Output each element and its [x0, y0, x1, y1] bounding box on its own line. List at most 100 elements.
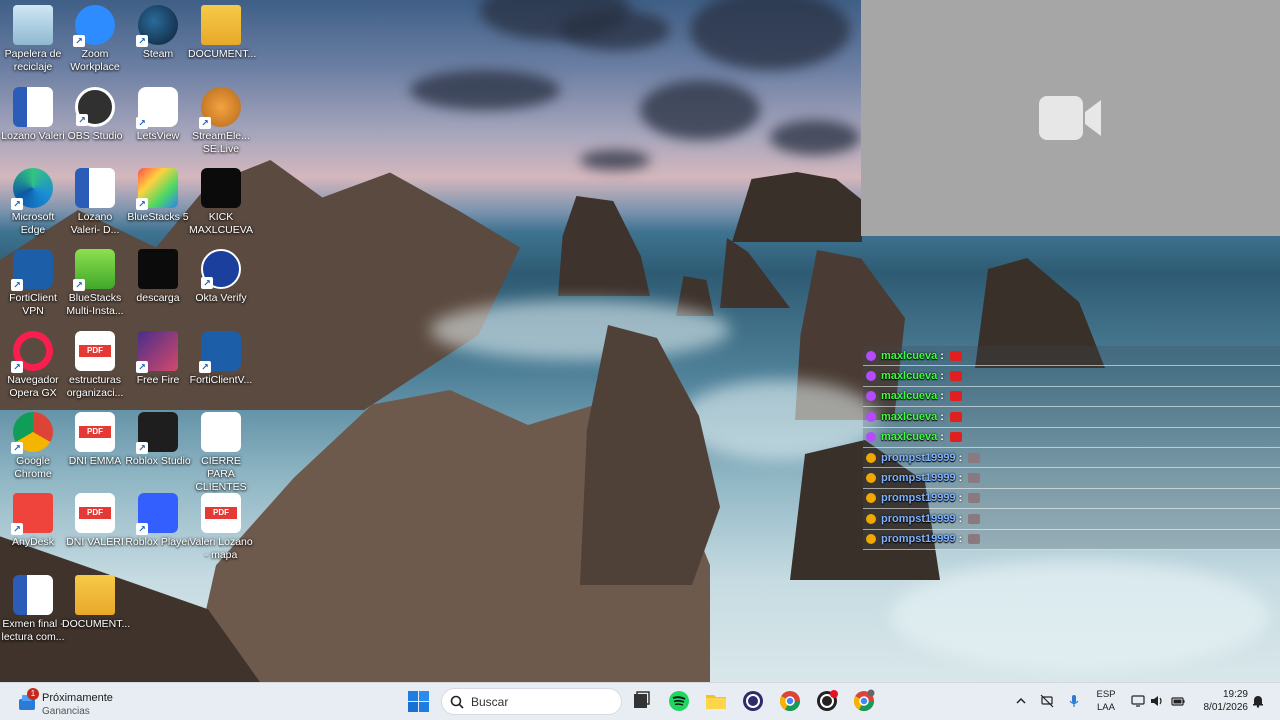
shortcut-arrow-icon: ↗ [11, 279, 23, 291]
desktop-icon[interactable]: ↗ Roblox Studio [125, 412, 191, 468]
pdf-icon: PDF [75, 331, 115, 371]
chat-separator: : [940, 370, 944, 383]
desktop-icon[interactable]: ↗ Okta Verify [188, 249, 254, 305]
desktop-icon-label: Exmen final - lectura com... [1, 618, 65, 643]
pdf-label: PDF [79, 426, 111, 438]
obs-taskbar-icon[interactable] [741, 689, 765, 713]
windows-start-icon[interactable] [408, 691, 429, 712]
chat-badge-icon [866, 371, 876, 382]
desktop-icon-label: Google Chrome [14, 455, 52, 480]
chat-username: prompst19999 [881, 512, 956, 525]
taskbar: 1 Próximamente Ganancias Buscar ESP LAA … [0, 682, 1280, 720]
shortcut-arrow-icon: ↗ [73, 279, 85, 291]
earnings-widget[interactable]: 1 Próximamente Ganancias [16, 687, 136, 717]
chrome-taskbar-icon[interactable] [852, 689, 876, 713]
free-fire-icon: ↗ [136, 331, 178, 373]
clock-time: 19:29 [1222, 689, 1248, 700]
search-box[interactable]: Buscar [441, 688, 622, 715]
search-icon [450, 695, 464, 709]
desktop-icon[interactable]: ↗ OBS Studio [62, 87, 128, 143]
chat-username: prompst19999 [881, 472, 956, 485]
desktop-icon[interactable]: ↗ BlueStacks Multi-Insta... [62, 249, 128, 318]
opera-gx-icon: ↗ [11, 331, 53, 373]
clock[interactable]: 19:29 8/01/2026 [1192, 688, 1249, 714]
chat-overlay: maxlcueva: maxlcueva: maxlcueva: maxlcueva:… [863, 346, 1280, 550]
desktop-icon-label: Zoom Workplace [70, 48, 120, 73]
desktop-icon[interactable]: ↗ Microsoft Edge [0, 168, 66, 237]
desktop-icon-label: Free Fire [136, 374, 180, 386]
desktop-icon[interactable]: ↗ StreamEle... SE.Live [188, 87, 254, 156]
desktop-icon[interactable]: ↗ Zoom Workplace [62, 5, 128, 74]
chat-emote-icon [968, 534, 981, 545]
desktop-icon[interactable]: ↗ Google Chrome [0, 412, 66, 481]
desktop-icon[interactable]: ↗ AnyDesk [0, 493, 66, 549]
pdf-icon: PDF [201, 493, 241, 533]
desktop-icon[interactable]: ↗ Roblox Player [125, 493, 191, 549]
desktop-icon[interactable]: ↗ FortiClient VPN [0, 249, 66, 318]
chat-message: maxlcueva: [863, 407, 1280, 428]
obs-icon: ↗ [75, 87, 115, 127]
chrome-profile-icon[interactable] [778, 689, 802, 713]
volume-icon[interactable] [1150, 694, 1164, 708]
obs-recording-icon[interactable] [815, 689, 839, 713]
chat-badge-icon [866, 452, 876, 463]
desktop-icon-label: descarga [136, 292, 180, 304]
shortcut-arrow-icon: ↗ [199, 361, 211, 373]
desktop-icon[interactable]: ↗ FortiClientV... [188, 331, 254, 387]
microphone-icon[interactable] [1067, 694, 1081, 708]
video-preview-panel [861, 0, 1280, 236]
desktop-icon-label: OBS Studio [67, 130, 123, 142]
desktop-icon[interactable]: ↗ Steam [125, 5, 191, 61]
desktop-icon[interactable]: PDF DNI VALERI [62, 493, 128, 549]
desktop-icon-label: Roblox Player [125, 536, 191, 548]
chevron-up-icon[interactable] [1014, 694, 1028, 708]
desktop-icon-label: Lozano Valeri [1, 130, 65, 142]
desktop-icon[interactable]: Papelera de reciclaje [0, 5, 66, 74]
desktop-icon[interactable]: PDF DNI EMMA [62, 412, 128, 468]
language-code: ESP [1096, 689, 1116, 700]
chat-emote-icon [949, 411, 962, 422]
desktop-icon-label: FortiClientV... [189, 374, 253, 386]
desktop-icon[interactable]: DOCUMENT... [188, 5, 256, 61]
desktop-icon[interactable]: ↗ BlueStacks 5 [125, 168, 191, 224]
desktop-icon[interactable]: descarga [125, 249, 191, 305]
chat-message: prompst19999: [863, 529, 1280, 550]
desktop-icon[interactable]: PDF estructuras organizaci... [62, 331, 128, 400]
anydesk-icon: ↗ [11, 493, 53, 535]
desktop-icon[interactable]: ↗ LetsView [125, 87, 191, 143]
desktop-icon[interactable]: Exmen final - lectura com... [0, 575, 66, 644]
clock-date: 8/01/2026 [1203, 702, 1249, 713]
shortcut-arrow-icon: ↗ [136, 523, 148, 535]
display-icon[interactable] [1131, 694, 1145, 708]
chat-emote-icon [949, 432, 962, 443]
language-indicator[interactable]: ESP LAA [1093, 688, 1119, 714]
chat-emote-icon [968, 452, 981, 463]
chat-separator: : [940, 349, 944, 362]
chat-username: maxlcueva [881, 410, 938, 423]
desktop-icon[interactable]: ↗ Navegador Opera GX [0, 331, 66, 400]
desktop-icon[interactable]: DOCUMENT... [62, 575, 130, 631]
chat-message: maxlcueva: [863, 346, 1280, 367]
task-view-icon[interactable] [629, 689, 653, 713]
file-explorer-icon[interactable] [704, 689, 728, 713]
spotify-icon[interactable] [667, 689, 691, 713]
chat-message: maxlcueva: [863, 427, 1280, 448]
chat-badge-icon [866, 473, 876, 484]
desktop-icon[interactable]: KICK MAXLCUEVA [188, 168, 254, 237]
folder-icon [201, 5, 241, 45]
notifications-icon[interactable] [1251, 694, 1265, 708]
battery-icon[interactable] [1171, 694, 1185, 708]
desktop-icon[interactable]: ↗ Free Fire [125, 331, 191, 387]
streamelements-icon: ↗ [199, 87, 241, 129]
chat-emote-icon [968, 473, 981, 484]
network-disconnected-icon[interactable] [1040, 694, 1054, 708]
kick-image-icon [201, 168, 241, 208]
chat-badge-icon [866, 513, 876, 524]
desktop-icon[interactable]: Lozano Valeri [0, 87, 66, 143]
desktop-icon[interactable]: PDF Valeri Lozano - mapa [188, 493, 254, 562]
desktop-icon[interactable]: Lozano Valeri- D... [62, 168, 128, 237]
chat-username: maxlcueva [881, 431, 938, 444]
chat-username: maxlcueva [881, 370, 938, 383]
bluestacks-icon: ↗ [136, 168, 178, 210]
chat-separator: : [958, 472, 963, 485]
